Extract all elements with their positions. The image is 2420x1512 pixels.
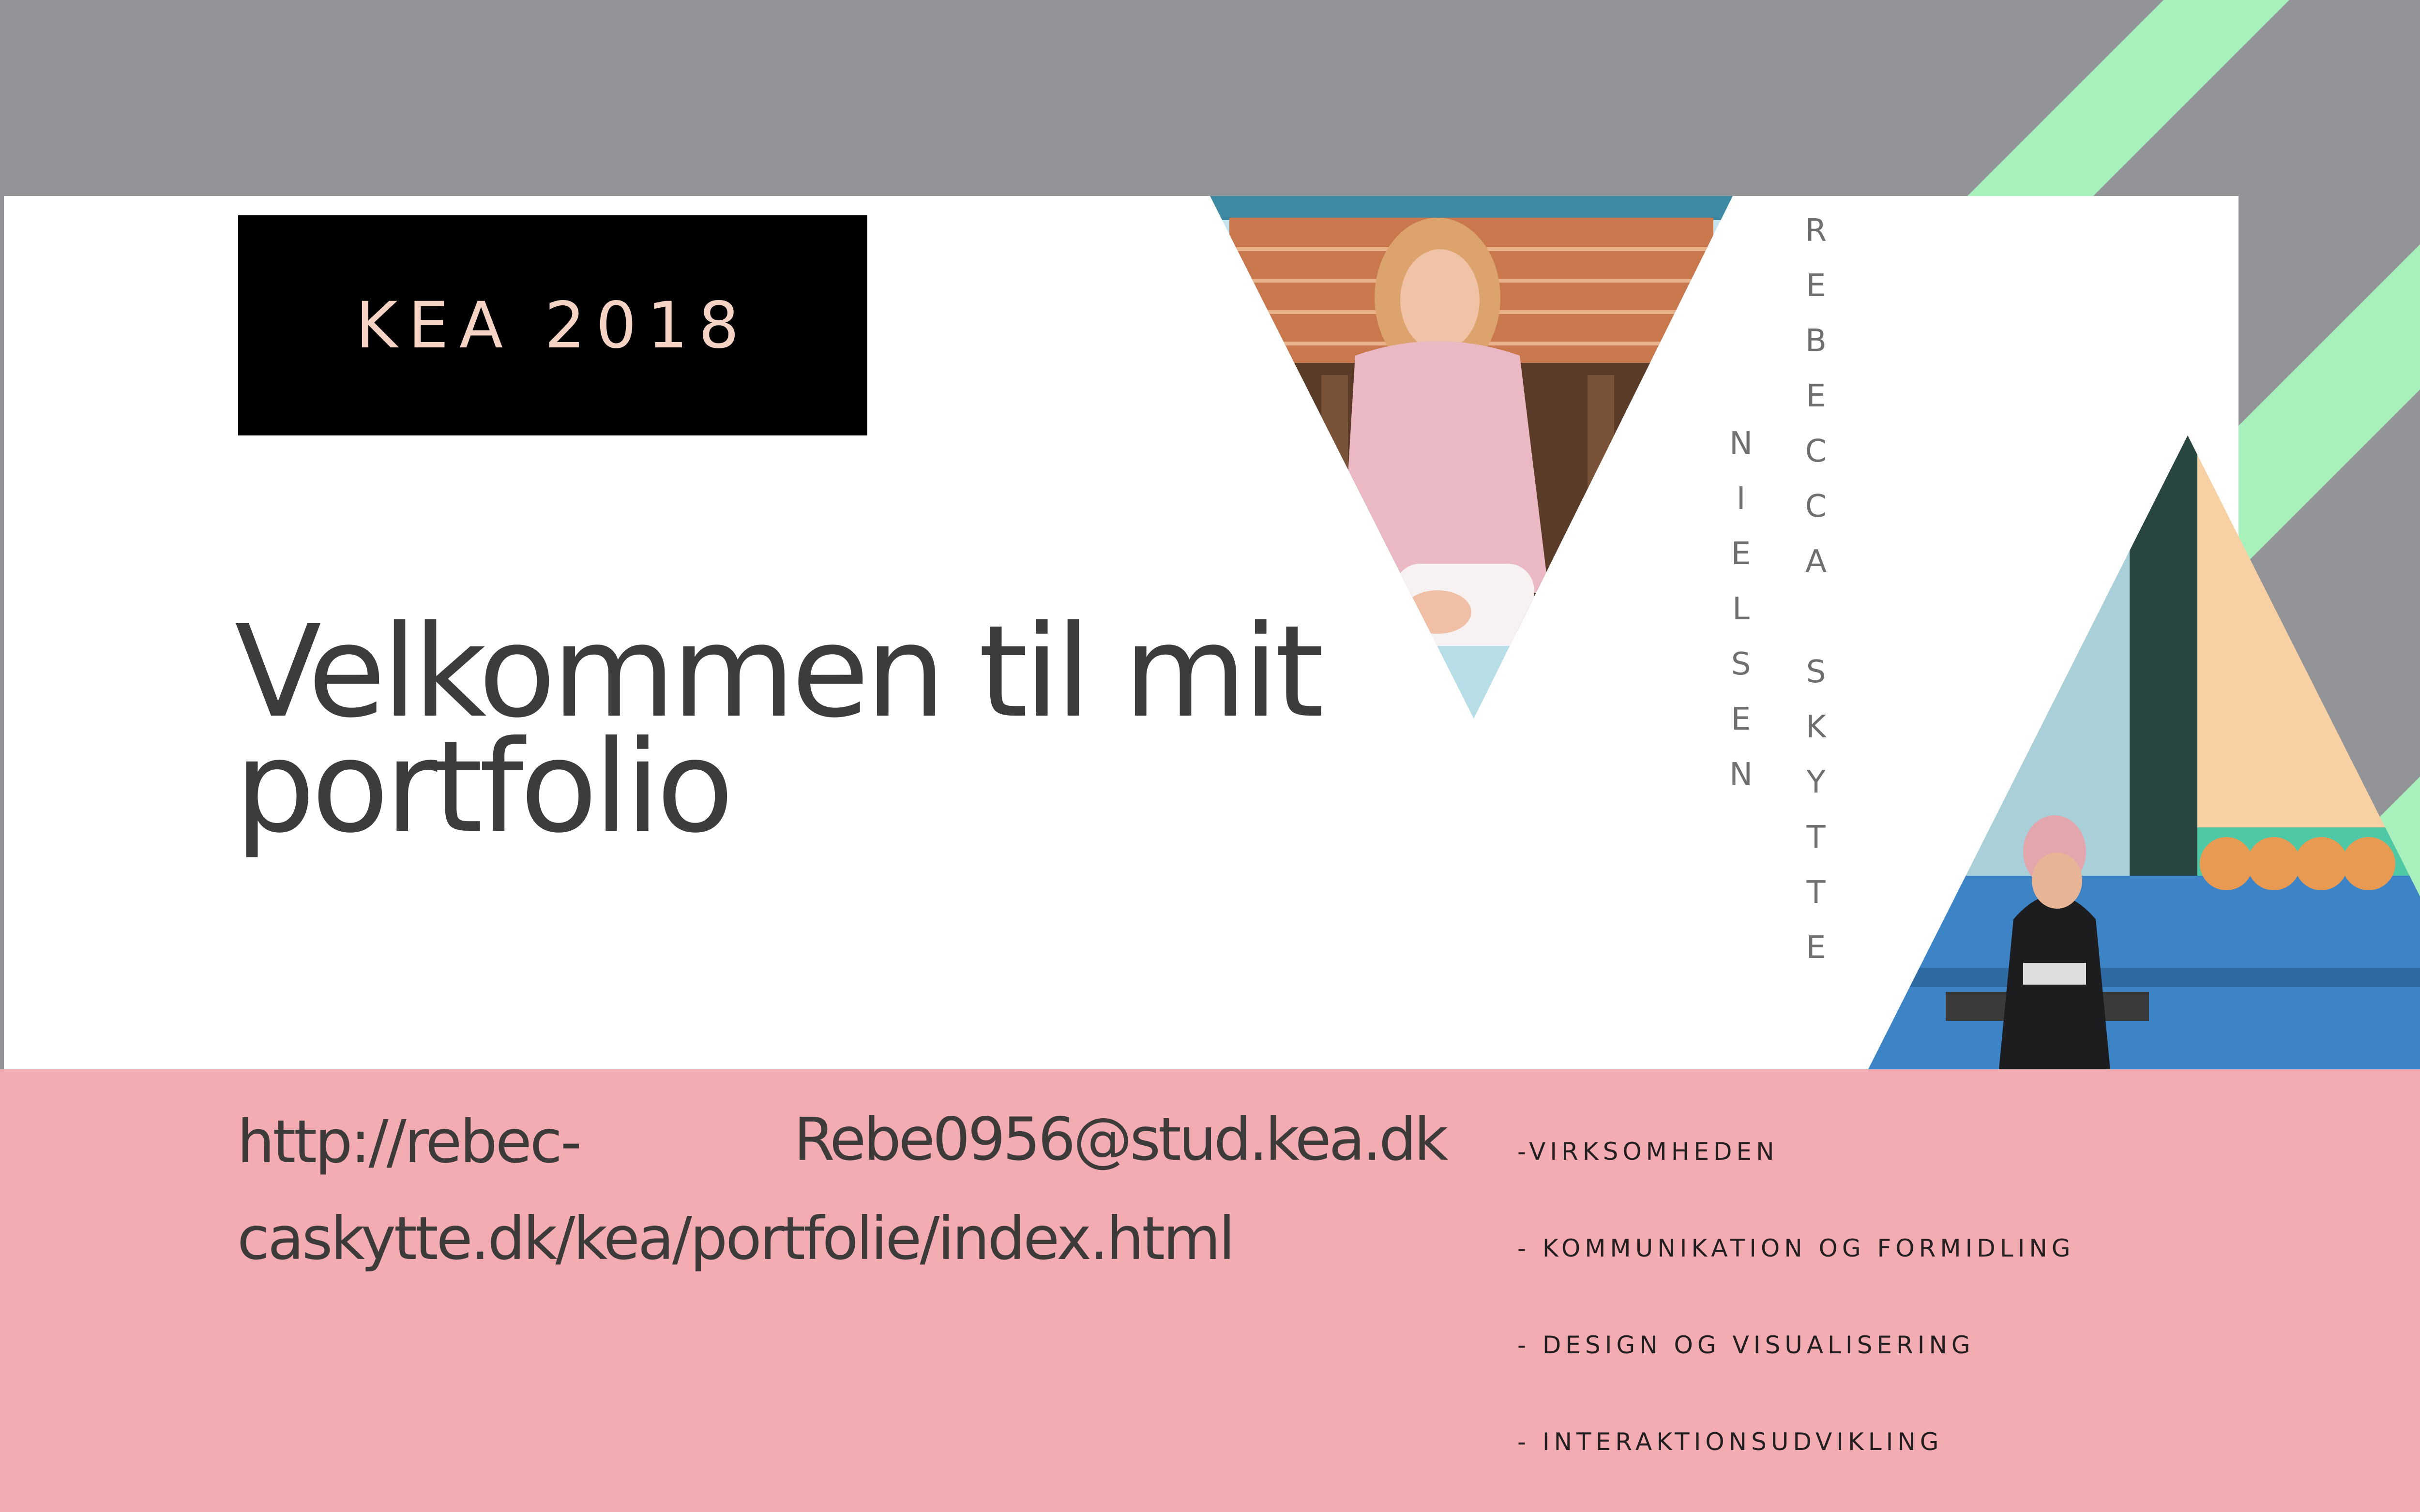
name-first-vertical: REBECCA SKYTTE (1798, 213, 1834, 985)
bench-photo-icon (1868, 435, 2420, 1069)
topic-item: -VIRKSOMHEDEN (1517, 1138, 1779, 1166)
topic-item: - DESIGN OG VISUALISERING (1517, 1331, 1975, 1359)
topic-item: - INTERAKTIONSUDVIKLING (1517, 1428, 1943, 1456)
portrait-photo-icon (1210, 196, 1733, 719)
name-last-vertical: NIELSEN (1723, 426, 1759, 812)
topic-item: - KOMMUNIKATION OG FORMIDLING (1517, 1234, 2075, 1262)
badge-text: KEA 2018 (355, 288, 750, 363)
topics-list: -VIRKSOMHEDEN - KOMMUNIKATION OG FORMIDL… (1517, 1127, 2075, 1512)
email-link[interactable]: Rebe0956@stud.kea.dk (794, 1096, 1448, 1183)
poster: KEA 2018 Velkommen til mit portfolio REB… (0, 0, 2420, 1512)
portfolio-url-link[interactable]: http://rebec-caskytte.dk/kea/portfolie/i… (237, 1093, 1235, 1287)
kea-badge: KEA 2018 (238, 215, 867, 435)
